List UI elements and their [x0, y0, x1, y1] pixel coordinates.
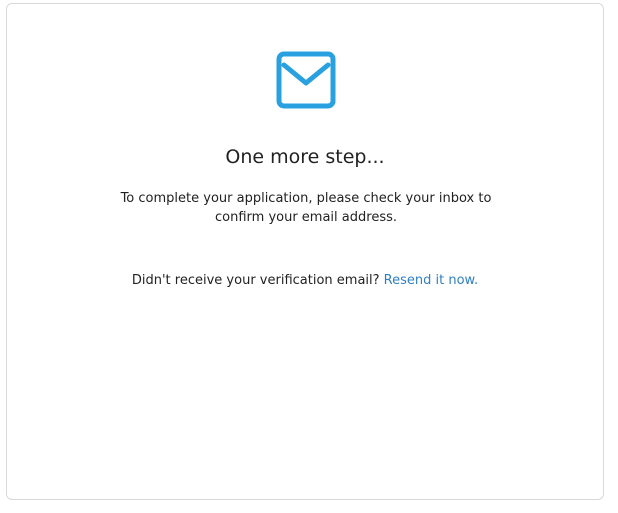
verification-card: One more step... To complete your applic…	[6, 3, 604, 500]
envelope-icon	[276, 51, 336, 109]
resend-row: Didn't receive your verification email? …	[7, 271, 603, 290]
resend-link[interactable]: Resend it now.	[384, 273, 478, 288]
instruction-text: To complete your application, please che…	[120, 191, 492, 225]
resend-prompt: Didn't receive your verification email?	[131, 273, 380, 288]
page-title: One more step...	[225, 146, 385, 168]
